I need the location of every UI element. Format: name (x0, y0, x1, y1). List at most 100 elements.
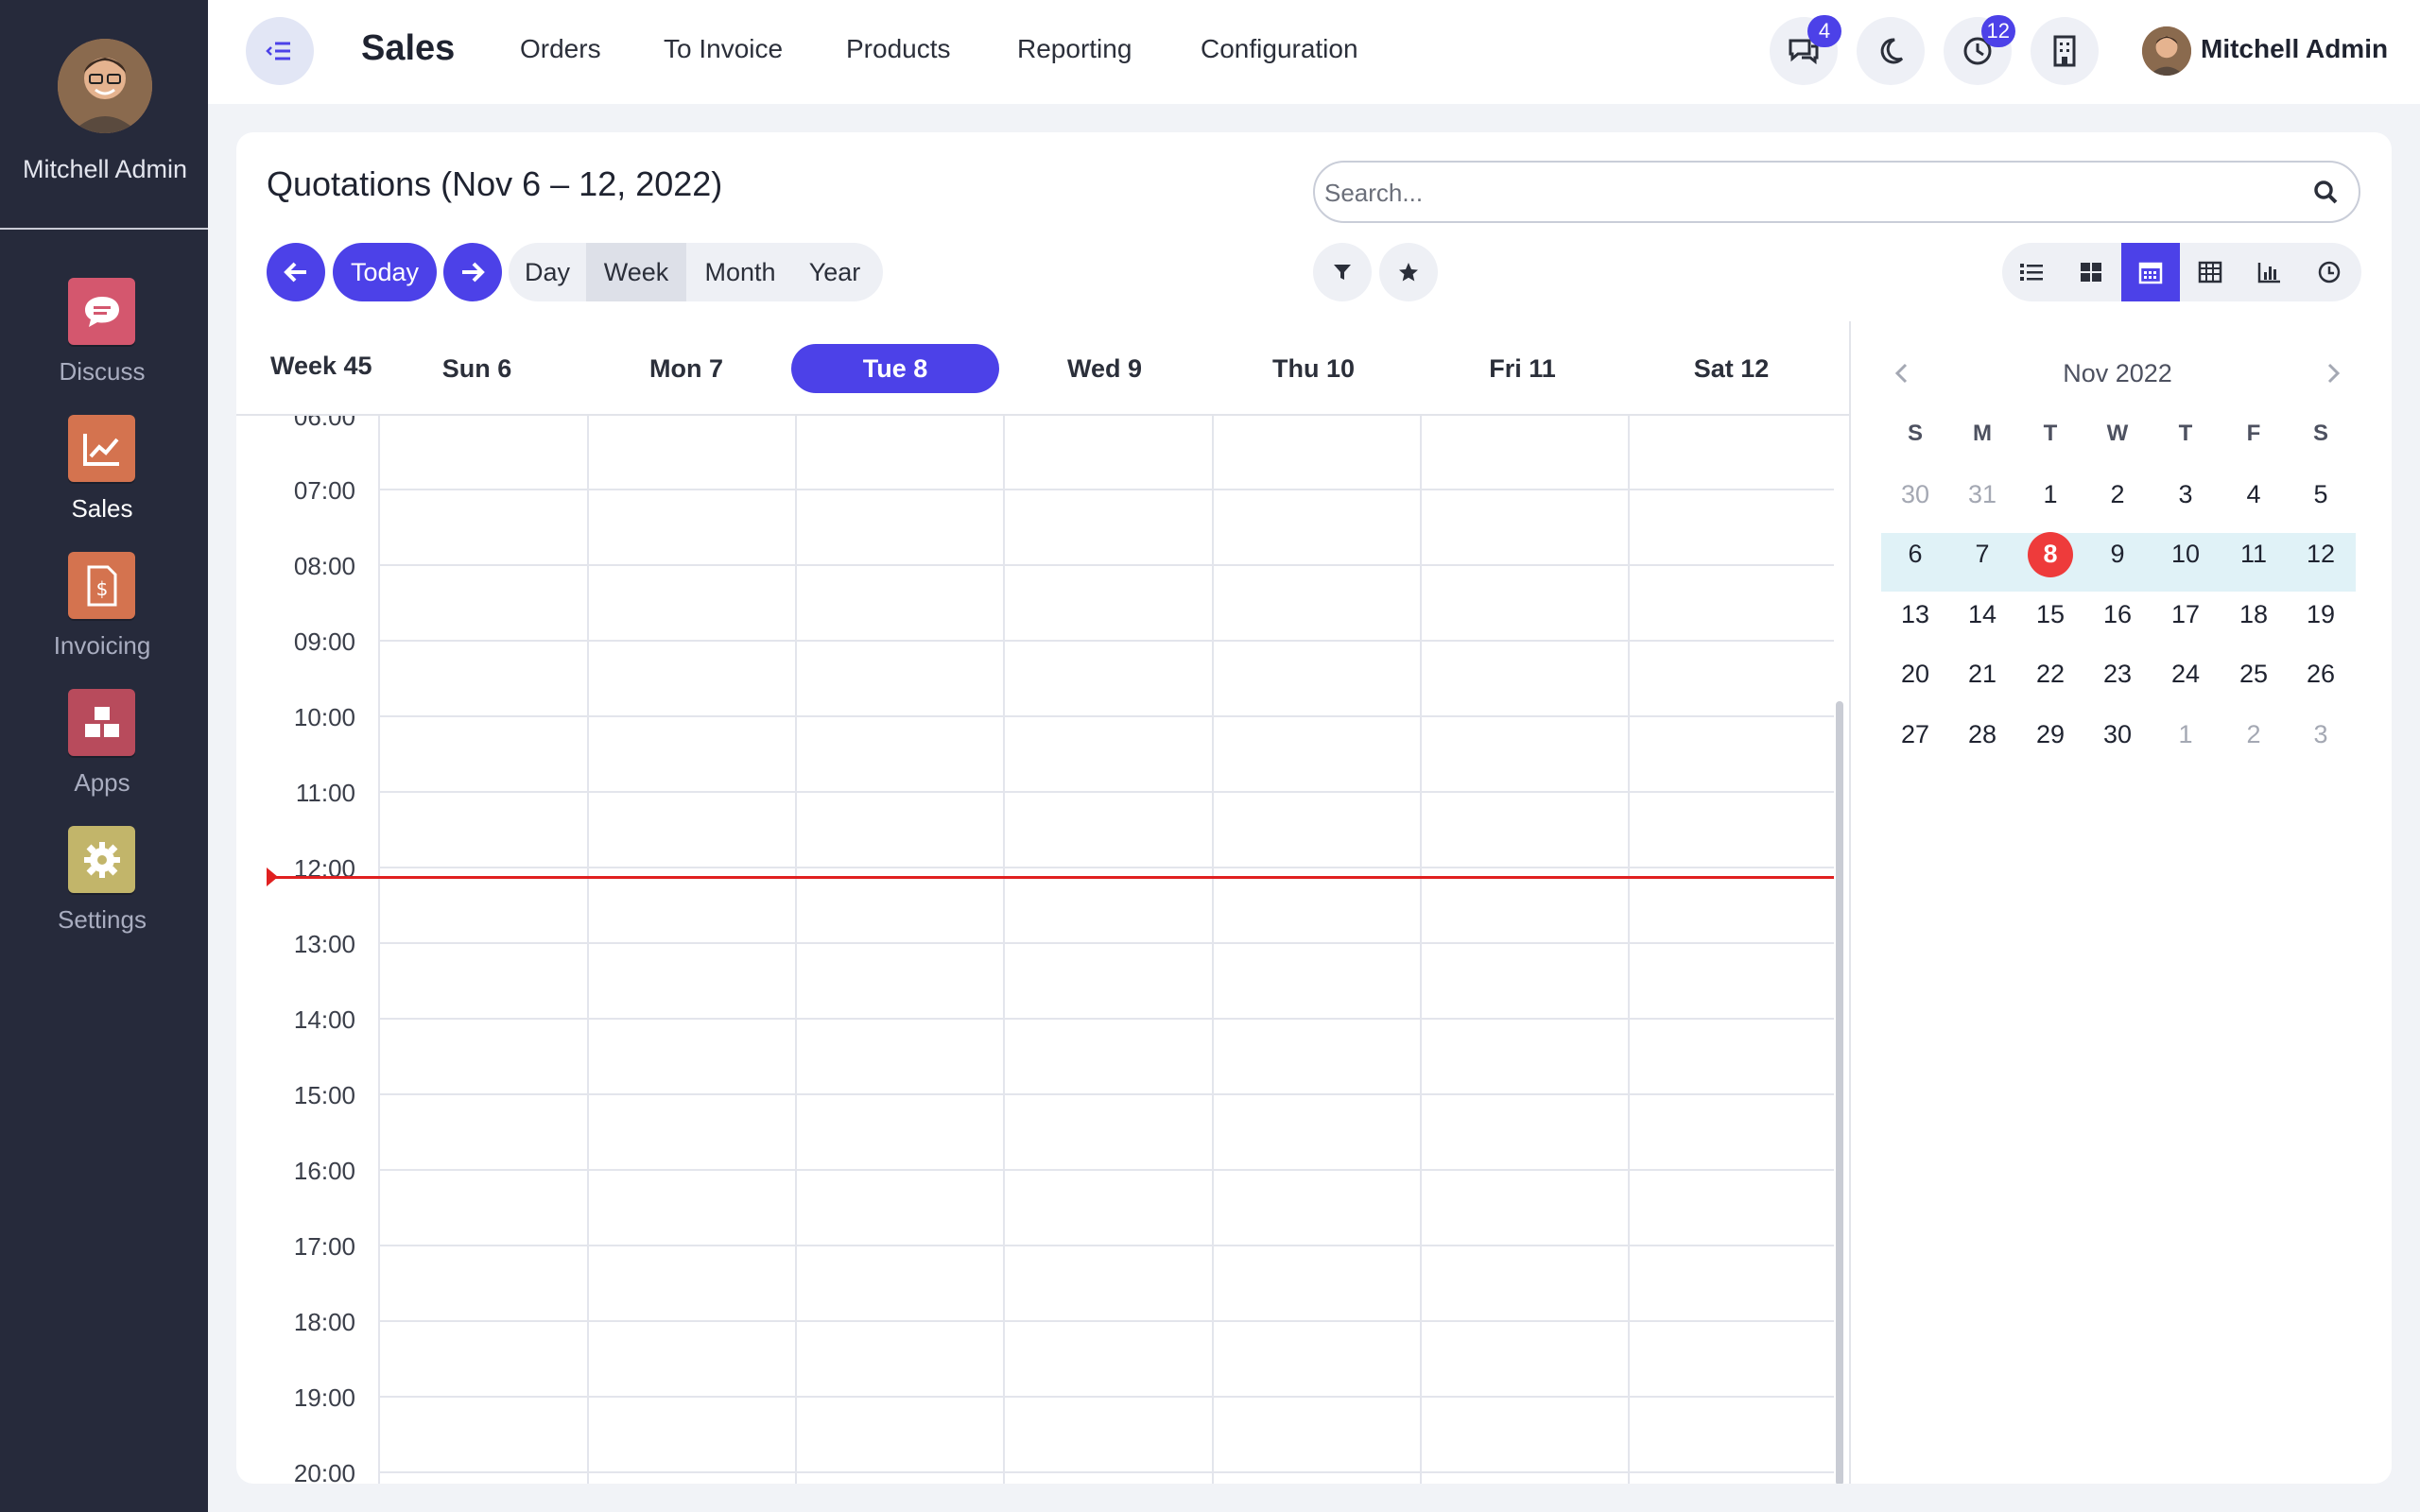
mini-calendar-day[interactable]: 12 (2290, 529, 2351, 580)
mini-calendar-day[interactable]: 2 (2087, 469, 2148, 520)
mini-calendar-day[interactable]: 8 (2020, 529, 2081, 580)
mini-calendar-day[interactable]: 27 (1885, 709, 1945, 760)
menu-toggle-button[interactable] (246, 17, 314, 85)
mini-calendar-day[interactable]: 17 (2155, 589, 2216, 640)
mini-calendar-day[interactable]: 16 (2087, 589, 2148, 640)
sidebar-app-label: Settings (58, 905, 147, 934)
company-switcher-button[interactable] (2031, 17, 2099, 85)
grid-column-line (795, 416, 797, 1484)
mini-calendar-day[interactable]: 5 (2290, 469, 2351, 520)
day-header-today[interactable]: Tue 8 (791, 344, 999, 393)
scale-month[interactable]: Month (686, 243, 794, 301)
chevron-right-icon[interactable] (2320, 359, 2348, 387)
scale-year[interactable]: Year (794, 243, 875, 301)
grid-scrollbar[interactable] (1836, 701, 1843, 1484)
grid-column-line (378, 416, 380, 1484)
sidebar-app-discuss[interactable]: Discuss (0, 278, 208, 401)
mini-calendar-day[interactable]: 19 (2290, 589, 2351, 640)
mini-calendar-today[interactable]: 8 (2028, 531, 2073, 577)
mini-calendar-day[interactable]: 3 (2155, 469, 2216, 520)
mini-calendar-day[interactable]: 30 (2087, 709, 2148, 760)
next-button[interactable] (443, 243, 502, 301)
mini-calendar-day[interactable]: 31 (1952, 469, 2013, 520)
day-header[interactable]: Fri 11 (1422, 344, 1623, 393)
dark-mode-button[interactable] (1857, 17, 1925, 85)
grid-hour-line (380, 564, 1834, 566)
filter-button[interactable] (1313, 243, 1372, 301)
sidebar-app-settings[interactable]: Settings (0, 826, 208, 949)
view-pivot-button[interactable] (2181, 243, 2239, 301)
mini-calendar-day[interactable]: 3 (2290, 709, 2351, 760)
grid-column-line (1628, 416, 1630, 1484)
mini-calendar-day[interactable]: 15 (2020, 589, 2081, 640)
mini-calendar-day[interactable]: 29 (2020, 709, 2081, 760)
nav-configuration[interactable]: Configuration (1201, 34, 1358, 64)
app-title[interactable]: Sales (361, 28, 455, 69)
mini-calendar-day[interactable]: 1 (2020, 469, 2081, 520)
view-list-button[interactable] (2002, 243, 2061, 301)
mini-calendar-day[interactable]: 24 (2155, 649, 2216, 700)
sidebar-app-invoicing[interactable]: $ Invoicing (0, 552, 208, 675)
mini-calendar-day[interactable]: 14 (1952, 589, 2013, 640)
day-header[interactable]: Sat 12 (1631, 344, 1832, 393)
view-calendar-button[interactable] (2121, 243, 2180, 301)
mini-calendar-day[interactable]: 10 (2155, 529, 2216, 580)
mini-calendar-day[interactable]: 11 (2223, 529, 2284, 580)
user-menu-avatar[interactable] (2142, 26, 2191, 76)
today-button[interactable]: Today (333, 243, 437, 301)
favorites-button[interactable] (1379, 243, 1438, 301)
messages-button[interactable]: 4 (1770, 15, 1841, 85)
mini-calendar-day[interactable]: 21 (1952, 649, 2013, 700)
scale-week[interactable]: Week (586, 243, 686, 301)
mini-calendar-day[interactable]: 13 (1885, 589, 1945, 640)
mini-calendar-day[interactable]: 4 (2223, 469, 2284, 520)
day-header[interactable]: Thu 10 (1213, 344, 1414, 393)
previous-button[interactable] (267, 243, 325, 301)
mini-calendar-day[interactable]: 18 (2223, 589, 2284, 640)
mini-calendar-day[interactable]: 7 (1952, 529, 2013, 580)
mini-calendar-day[interactable]: 2 (2223, 709, 2284, 760)
view-activity-button[interactable] (2300, 243, 2359, 301)
search-input[interactable] (1324, 174, 2270, 212)
mini-calendar-day[interactable]: 23 (2087, 649, 2148, 700)
activities-button[interactable]: 12 (1944, 15, 2015, 85)
calendar-icon (2138, 262, 2163, 284)
hour-label: 15:00 (293, 1081, 355, 1109)
hour-label: 07:00 (293, 476, 355, 505)
cubes-icon (68, 689, 135, 756)
mini-calendar-day[interactable]: 9 (2087, 529, 2148, 580)
day-header[interactable]: Wed 9 (1004, 344, 1205, 393)
nav-orders[interactable]: Orders (520, 34, 601, 64)
mini-calendar-day[interactable]: 25 (2223, 649, 2284, 700)
chart-line-icon (68, 415, 135, 482)
day-header[interactable]: Sun 6 (380, 344, 574, 393)
mini-calendar-day[interactable]: 6 (1885, 529, 1945, 580)
sidebar-app-apps[interactable]: Apps (0, 689, 208, 812)
user-menu-name[interactable]: Mitchell Admin (2201, 34, 2388, 64)
calendar-time-grid[interactable]: 06:00 07:00 08:00 09:00 10:00 11:00 12:0… (236, 416, 1834, 1484)
view-kanban-button[interactable] (2062, 243, 2120, 301)
grid-column-line (1420, 416, 1422, 1484)
search-bar[interactable] (1313, 161, 2360, 223)
star-icon (1399, 263, 1418, 282)
mini-calendar-day[interactable]: 30 (1885, 469, 1945, 520)
sidebar-divider (0, 228, 208, 230)
mini-calendar-day[interactable]: 22 (2020, 649, 2081, 700)
day-header[interactable]: Mon 7 (588, 344, 785, 393)
hour-label: 11:00 (295, 779, 355, 807)
nav-to-invoice[interactable]: To Invoice (664, 34, 783, 64)
sidebar-app-sales[interactable]: Sales (0, 415, 208, 538)
mini-calendar-day[interactable]: 20 (1885, 649, 1945, 700)
grid-column-line (587, 416, 589, 1484)
search-icon[interactable] (2311, 178, 2342, 208)
mini-calendar-day[interactable]: 26 (2290, 649, 2351, 700)
view-graph-button[interactable] (2240, 243, 2299, 301)
grid-hour-line (380, 640, 1834, 642)
mini-calendar-day[interactable]: 28 (1952, 709, 2013, 760)
nav-reporting[interactable]: Reporting (1017, 34, 1132, 64)
mini-calendar-day[interactable]: 1 (2155, 709, 2216, 760)
scale-day[interactable]: Day (509, 243, 586, 301)
nav-products[interactable]: Products (846, 34, 951, 64)
user-avatar[interactable] (58, 39, 152, 133)
page-title: Quotations (Nov 6 – 12, 2022) (267, 164, 723, 203)
